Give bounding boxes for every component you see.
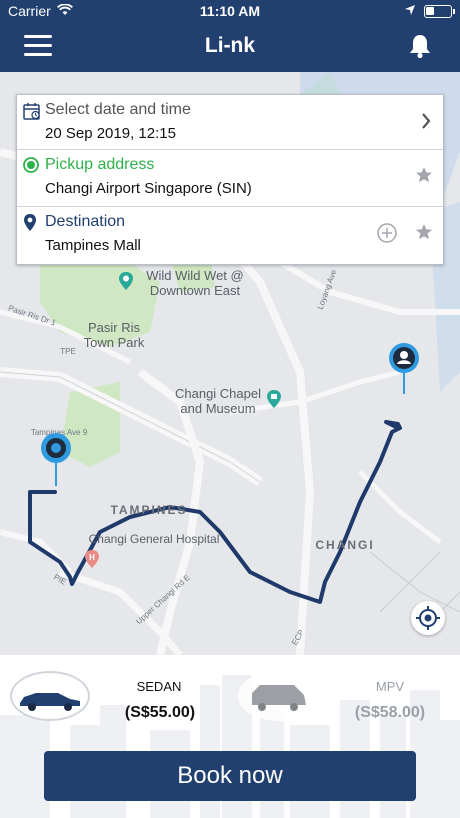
destination-row[interactable]: Destination Tampines Mall <box>17 207 443 264</box>
bell-icon[interactable] <box>408 33 432 64</box>
app-header: Li-nk <box>0 22 460 72</box>
mpv-van-icon <box>252 685 306 711</box>
favorite-star-icon[interactable] <box>415 166 433 189</box>
sedan-price: (S$55.00) <box>124 704 196 721</box>
book-now-button[interactable]: Book now <box>44 751 416 801</box>
map-label-changi-hospital: Changi General Hospital <box>88 532 220 546</box>
mpv-price: (S$58.00) <box>354 704 426 721</box>
destination-pin-icon <box>23 214 37 237</box>
date-time-label: Select date and time <box>45 101 191 118</box>
vehicle-panel: SEDAN (S$55.00) MPV (S$58.00) Book now <box>0 655 460 818</box>
map-label-changi-chapel: Changi Chapel and Museum <box>174 386 261 416</box>
mpv-option[interactable] <box>238 671 318 721</box>
sedan-car-icon <box>20 693 80 711</box>
map-label-tampines: TAMPINES <box>110 503 188 517</box>
pickup-label: Pickup address <box>45 156 155 173</box>
status-bar: Carrier 11:10 AM <box>0 0 460 22</box>
favorite-star-icon[interactable] <box>415 223 433 246</box>
chevron-right-icon[interactable] <box>421 113 431 134</box>
sedan-name: SEDAN <box>136 679 182 694</box>
battery-icon <box>424 5 452 18</box>
destination-value: Tampines Mall <box>45 237 141 254</box>
sedan-option[interactable] <box>10 671 90 721</box>
date-time-row[interactable]: Select date and time 20 Sep 2019, 12:15 <box>17 95 443 150</box>
my-location-button[interactable] <box>411 601 445 635</box>
calendar-icon <box>23 102 41 125</box>
map-label-tpe: TPE <box>60 347 76 356</box>
svg-text:H: H <box>89 553 95 562</box>
mpv-name: MPV <box>375 679 405 694</box>
map-label-wild-wild-wet: Wild Wild Wet @ Downtown East <box>146 268 244 298</box>
location-arrow-icon <box>404 3 416 19</box>
battery-tip <box>453 9 455 14</box>
pickup-row[interactable]: Pickup address Changi Airport Singapore … <box>17 150 443 207</box>
clock: 11:10 AM <box>199 3 261 19</box>
pickup-dot-icon <box>23 157 39 178</box>
add-stop-icon[interactable] <box>377 223 397 248</box>
map-label-changi: CHANGI <box>315 538 375 552</box>
app-title: Li-nk <box>204 34 256 57</box>
pickup-value: Changi Airport Singapore (SIN) <box>45 180 252 197</box>
date-time-value: 20 Sep 2019, 12:15 <box>45 125 176 142</box>
destination-label: Destination <box>45 213 126 230</box>
map-label-pasir-ris-park: Pasir Ris Town Park <box>83 320 145 350</box>
trip-form-card: Select date and time 20 Sep 2019, 12:15 … <box>16 94 444 265</box>
